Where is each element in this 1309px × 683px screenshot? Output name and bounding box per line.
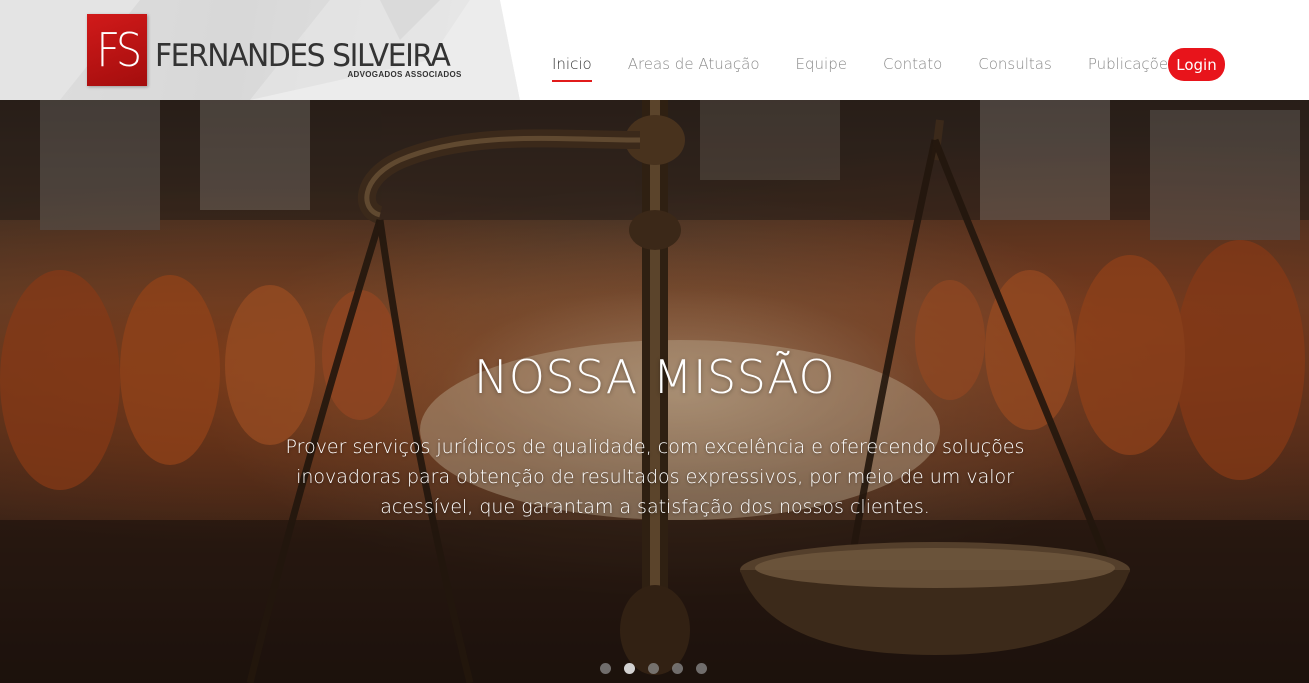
nav-item-areas-de-atuacao[interactable]: Areas de Atuação bbox=[628, 55, 760, 73]
nav-item-inicio[interactable]: Inicio bbox=[552, 55, 592, 82]
logo-mark-text: FS bbox=[95, 23, 142, 77]
hero-title: NOSSA MISSÃO bbox=[473, 350, 836, 404]
logo-mark: FS bbox=[87, 14, 147, 86]
nav-item-contato[interactable]: Contato bbox=[883, 55, 942, 73]
site-header: FS FERNANDES SILVEIRA ADVOGADOS ASSOCIAD… bbox=[0, 0, 1309, 100]
hero-text: Prover serviços jurídicos de qualidade, … bbox=[285, 436, 1025, 518]
slider-dot-1[interactable] bbox=[600, 663, 611, 674]
slider-dots bbox=[600, 663, 720, 674]
logo-wordmark: FERNANDES SILVEIRA ADVOGADOS ASSOCIADOS bbox=[155, 14, 462, 79]
nav-item-equipe[interactable]: Equipe bbox=[796, 55, 847, 73]
hero-slider: NOSSA MISSÃO Prover serviços jurídicos d… bbox=[0, 100, 1309, 683]
slider-dot-2[interactable] bbox=[624, 663, 635, 674]
login-button[interactable]: Login bbox=[1168, 48, 1225, 81]
slider-dot-3[interactable] bbox=[648, 663, 659, 674]
slider-dot-5[interactable] bbox=[696, 663, 707, 674]
brand-name: FERNANDES SILVEIRA bbox=[155, 38, 451, 74]
nav-item-consultas[interactable]: Consultas bbox=[978, 55, 1052, 73]
slider-dot-4[interactable] bbox=[672, 663, 683, 674]
site-logo[interactable]: FS FERNANDES SILVEIRA ADVOGADOS ASSOCIAD… bbox=[87, 14, 462, 86]
main-nav: Inicio Areas de Atuação Equipe Contato C… bbox=[552, 48, 1212, 82]
nav-item-publicacoes[interactable]: Publicações bbox=[1088, 55, 1176, 73]
